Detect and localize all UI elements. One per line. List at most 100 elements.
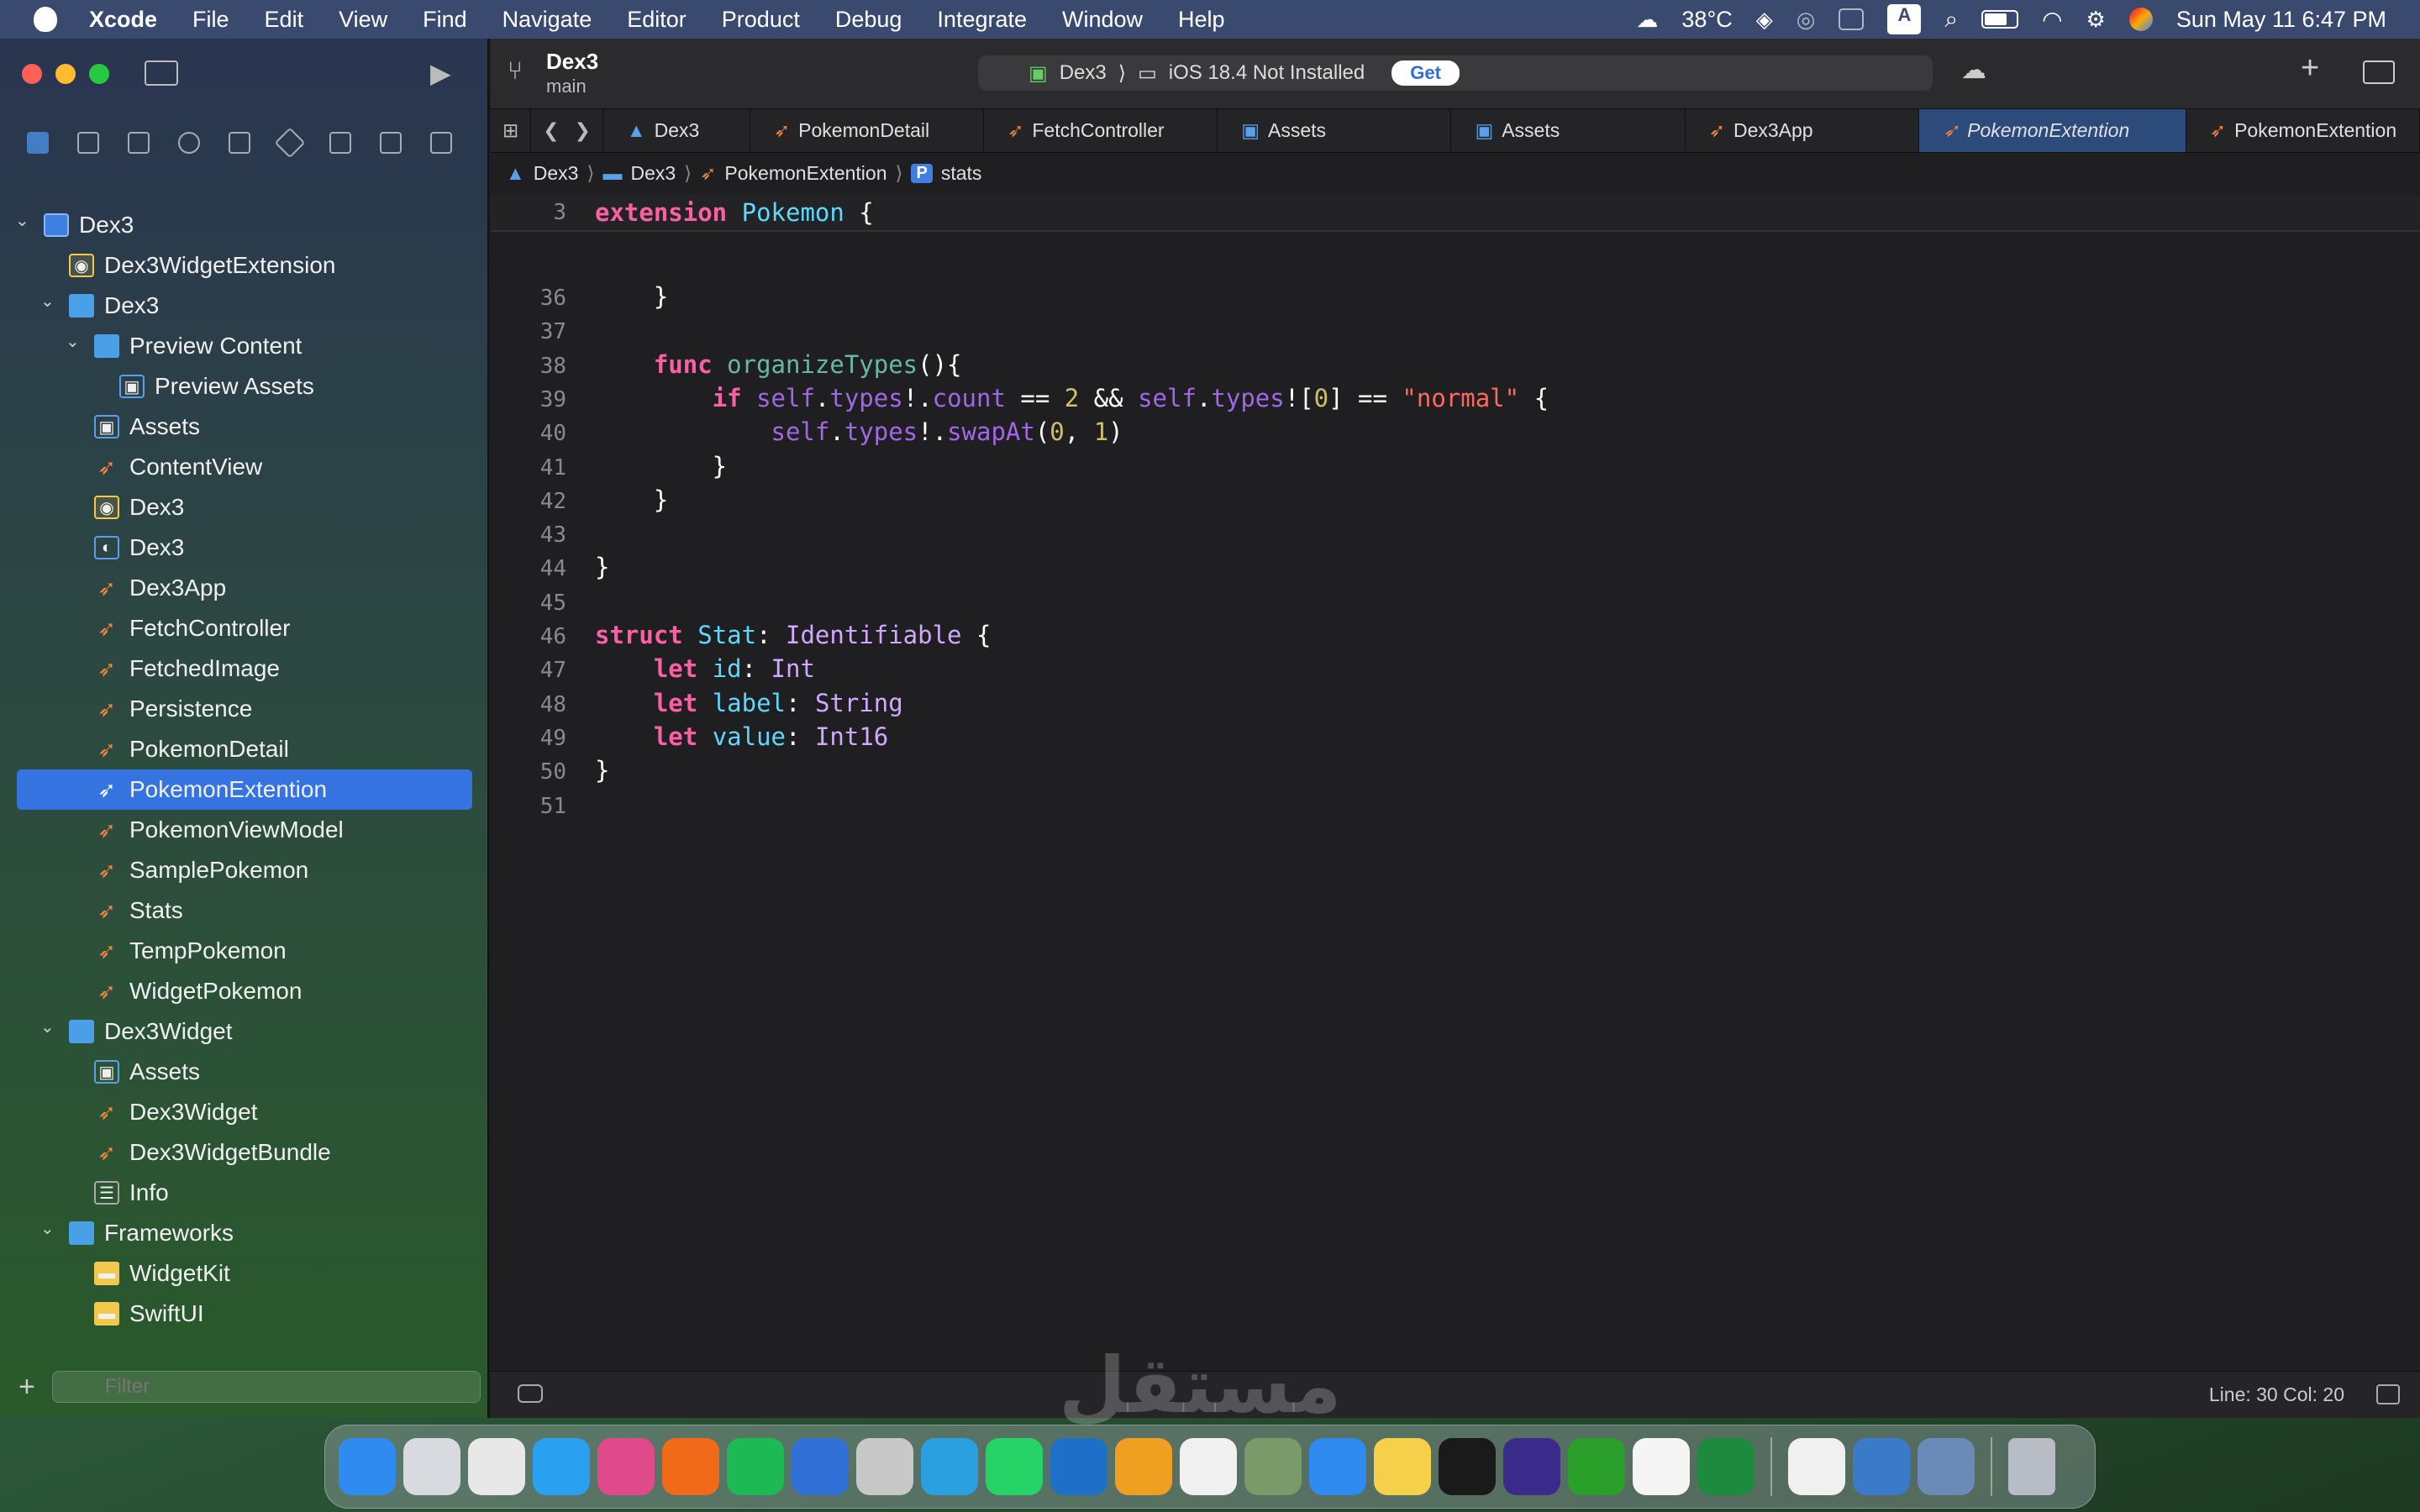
breakpoint-navigator-icon[interactable]	[380, 132, 402, 154]
file-tree-item[interactable]: ◉ Dex3	[0, 487, 489, 528]
chevron-right-icon[interactable]: ❯	[575, 119, 591, 142]
chrome-icon[interactable]	[468, 1438, 525, 1495]
editor-tab[interactable]: ➶ FetchController	[984, 109, 1218, 152]
clock[interactable]: Sun May 11 6:47 PM	[2176, 7, 2386, 33]
filter-input[interactable]	[51, 1371, 481, 1403]
menu-view[interactable]: View	[339, 7, 387, 33]
tab-overview[interactable]: ⊞	[491, 109, 532, 152]
close-window-button[interactable]	[22, 64, 42, 84]
test-navigator-icon[interactable]	[274, 127, 306, 159]
terminal-icon[interactable]	[1439, 1438, 1496, 1495]
chevron-down-icon[interactable]: ⌄	[40, 1016, 55, 1037]
file-tree-item[interactable]: ⌄ Dex3	[0, 286, 489, 326]
project-title[interactable]: Dex3	[546, 49, 598, 75]
chevron-left-icon[interactable]: ❮	[543, 119, 559, 142]
stage-manager-icon[interactable]	[1839, 8, 1865, 30]
minimize-window-button[interactable]	[55, 64, 76, 84]
file-tree-item[interactable]: ➶ PokemonDetail	[0, 729, 489, 769]
editor-tab[interactable]: ▣ Assets	[1451, 109, 1686, 152]
file-tree-item[interactable]: ⌄ Frameworks	[0, 1213, 489, 1253]
file-tree-item[interactable]: ➶ FetchController	[0, 608, 489, 648]
code-line[interactable]: func organizeTypes(){	[595, 350, 962, 379]
notes-icon[interactable]	[1374, 1438, 1431, 1495]
branch-name[interactable]: main	[546, 76, 587, 97]
file-tree-item[interactable]: ➶ Dex3App	[0, 568, 489, 608]
menu-app-name[interactable]: Xcode	[89, 7, 157, 33]
dashlane-icon[interactable]	[1503, 1438, 1560, 1495]
file-tree-item[interactable]: ➶ PokemonExtention	[17, 769, 472, 810]
whatsapp-icon[interactable]	[986, 1438, 1043, 1495]
code-line[interactable]: struct Stat: Identifiable {	[595, 621, 991, 649]
grid-icon[interactable]: ⊞	[502, 119, 518, 142]
file-tree-item[interactable]: ◐ Dex3	[0, 528, 489, 568]
file-tree-item[interactable]: ▣ Preview Assets	[0, 366, 489, 407]
firefox-icon[interactable]	[662, 1438, 719, 1495]
chevron-down-icon[interactable]: ⌄	[40, 1218, 55, 1239]
appstore-icon[interactable]	[1309, 1438, 1366, 1495]
file-tree-item[interactable]: ▣ Assets	[0, 407, 489, 447]
editor-tab[interactable]: ▲ Dex3	[603, 109, 750, 152]
weather-temp[interactable]: 38°C	[1681, 7, 1732, 33]
file-tree-item[interactable]: ➶ Persistence	[0, 689, 489, 729]
code-editor[interactable]: 3 extension Pokemon { 36 } 37 38 func orga…	[491, 195, 2420, 1371]
stickies-icon[interactable]	[856, 1438, 913, 1495]
editor-tab[interactable]: ➶ PokemonExtention	[2186, 109, 2420, 152]
chevron-down-icon[interactable]: ⌄	[66, 331, 80, 352]
find-navigator-icon[interactable]	[178, 132, 200, 154]
telegram-icon[interactable]	[921, 1438, 978, 1495]
zoom-window-button[interactable]	[89, 64, 109, 84]
bookmark-icon[interactable]	[128, 132, 150, 154]
code-line[interactable]: }	[595, 452, 727, 480]
search-icon[interactable]: ⌕	[1944, 6, 1958, 34]
toggle-sidebar-icon[interactable]	[145, 60, 178, 86]
code-line[interactable]: }	[595, 282, 668, 311]
menu-editor[interactable]: Editor	[627, 7, 687, 33]
airdrop-icon[interactable]: ◎	[1797, 7, 1816, 33]
menu-product[interactable]: Product	[722, 7, 800, 33]
file-tree-item[interactable]: ▬ WidgetKit	[0, 1253, 489, 1294]
source-control-icon[interactable]	[77, 132, 99, 154]
add-file-icon[interactable]: +	[18, 1371, 35, 1404]
apple-icon[interactable]	[34, 7, 57, 32]
editor-tab[interactable]: ➶ PokemonDetail	[750, 109, 985, 152]
sublime-icon[interactable]	[1115, 1438, 1172, 1495]
menu-navigate[interactable]: Navigate	[502, 7, 592, 33]
file-tree-item[interactable]: ➶ SamplePokemon	[0, 850, 489, 890]
file-tree-item[interactable]: ➶ WidgetPokemon	[0, 971, 489, 1011]
inspector-toggle-icon[interactable]	[2363, 60, 2395, 84]
textedit-icon[interactable]	[1633, 1438, 1690, 1495]
file-tree-item[interactable]: ⌄ Preview Content	[0, 326, 489, 366]
quicktime-icon[interactable]	[1853, 1438, 1910, 1495]
affinity-icon[interactable]	[1244, 1438, 1302, 1495]
menu-window[interactable]: Window	[1062, 7, 1143, 33]
vscode-icon[interactable]	[1050, 1438, 1107, 1495]
code-line[interactable]: }	[595, 486, 668, 514]
chatgpt-icon[interactable]	[1180, 1438, 1237, 1495]
weather-icon[interactable]: ☁	[1636, 7, 1658, 33]
control-center-icon[interactable]: ⚙	[2086, 7, 2106, 33]
menu-integrate[interactable]: Integrate	[937, 7, 1027, 33]
editor-tab[interactable]: ➶ Dex3App	[1686, 109, 1919, 152]
menu-find[interactable]: Find	[423, 7, 467, 33]
wifi-icon[interactable]: ◠	[2042, 6, 2062, 34]
file-tree-item[interactable]: ➶ TempPokemon	[0, 931, 489, 971]
activity-icon[interactable]	[1568, 1438, 1625, 1495]
code-line[interactable]: let id: Int	[595, 654, 815, 683]
file-tree-item[interactable]: ☰ Info	[0, 1173, 489, 1213]
file-tree-item[interactable]: ➶ Dex3Widget	[0, 1092, 489, 1132]
file-tree-item[interactable]: ⌄ Dex3	[0, 205, 489, 245]
file-tree-item[interactable]: ▣ Assets	[0, 1052, 489, 1092]
scheme-name[interactable]: Dex3	[1060, 61, 1107, 85]
scheme-selector[interactable]: ▣ Dex3 ⟩ ▭ iOS 18.4 Not Installed Get	[978, 55, 1933, 91]
run-icon[interactable]: ▶	[430, 57, 451, 89]
code-line[interactable]: self.types!.swapAt(0, 1)	[595, 417, 1123, 446]
menu-help[interactable]: Help	[1178, 7, 1225, 33]
get-button[interactable]: Get	[1392, 60, 1460, 86]
project-navigator-icon[interactable]	[27, 132, 49, 154]
menu-file[interactable]: File	[192, 7, 229, 33]
cloud-icon[interactable]: ☁	[1961, 55, 1986, 85]
issue-navigator-icon[interactable]	[229, 132, 250, 154]
xcode-icon[interactable]	[792, 1438, 849, 1495]
tab-history-nav[interactable]: ❮ ❯	[531, 109, 603, 152]
chevron-down-icon[interactable]: ⌄	[40, 291, 55, 312]
